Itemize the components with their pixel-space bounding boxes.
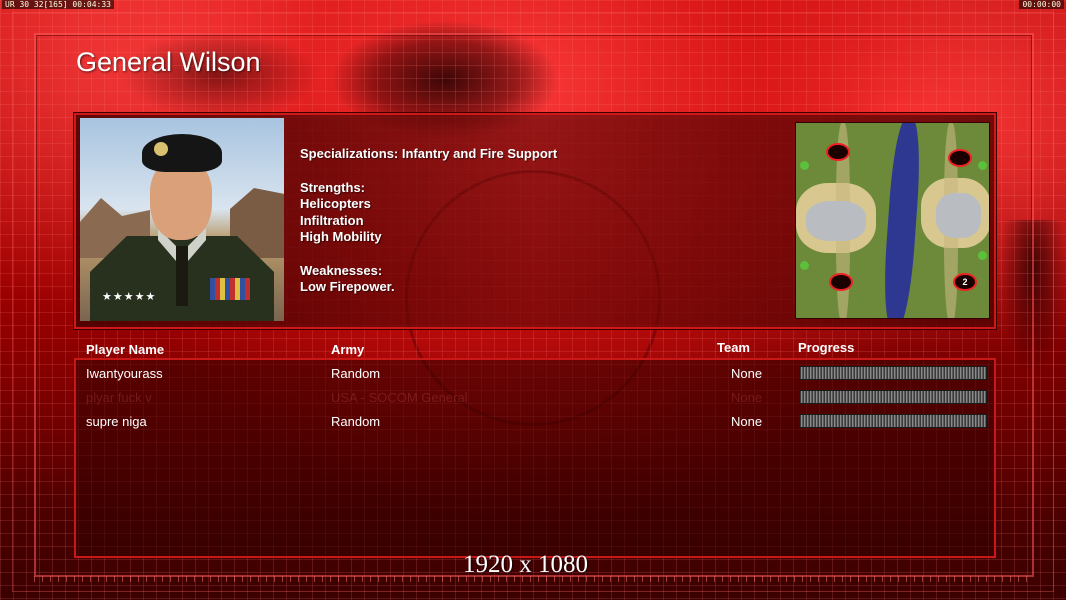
player-team: None [731,390,763,405]
rank-stars-icon: ★★★★★ [102,291,157,303]
tree-icon [800,161,809,170]
progress-bar [799,366,987,380]
header-progress: Progress [798,340,855,355]
spawn-point-icon: 2 [953,273,977,291]
strengths-heading: Strengths: [300,179,365,195]
header-player-name: Player Name [86,342,165,357]
debug-hud-right: 00:00:00 [1019,0,1064,9]
debug-hud-left: UR 30 32[165] 00:04:33 [2,0,114,9]
player-name: Iwantyourass [86,366,163,381]
header-army: Army [331,342,365,357]
player-army: Random [331,366,381,381]
progress-bar [799,390,987,404]
player-army: Random [331,414,381,429]
player-team: None [731,366,763,381]
medal-ribbons-icon [210,278,250,300]
player-name: supre niga [86,414,147,429]
tree-icon [800,261,809,270]
general-portrait: ★★★★★ [80,118,284,321]
resolution-watermark: 1920 x 1080 [463,551,588,578]
weaknesses-heading: Weaknesses: [300,262,383,278]
header-team: Team [717,340,750,355]
strength-item: Helicopters [300,196,371,211]
river [880,123,924,318]
spawn-point-icon [826,143,850,161]
player-list-panel [74,358,996,558]
player-team: None [731,414,763,429]
spawn-point-icon [948,149,972,167]
specializations-text: Specializations: Infantry and Fire Suppo… [300,146,558,161]
player-name: plyar fuck v [86,390,152,405]
general-title: General Wilson [76,47,261,77]
progress-bar [799,414,987,428]
general-description: Specializations: Infantry and Fire Suppo… [300,146,557,296]
beret-badge-icon [154,142,168,156]
tree-icon [978,251,987,260]
tree-icon [978,161,987,170]
strength-item: Infiltration [300,212,364,228]
spawn-point-icon [829,273,853,291]
weakness-item: Low Firepower. [300,279,395,294]
map-preview: 2 [795,122,990,319]
player-army: USA - SOCOM General [331,390,468,405]
strength-item: High Mobility [300,229,382,244]
